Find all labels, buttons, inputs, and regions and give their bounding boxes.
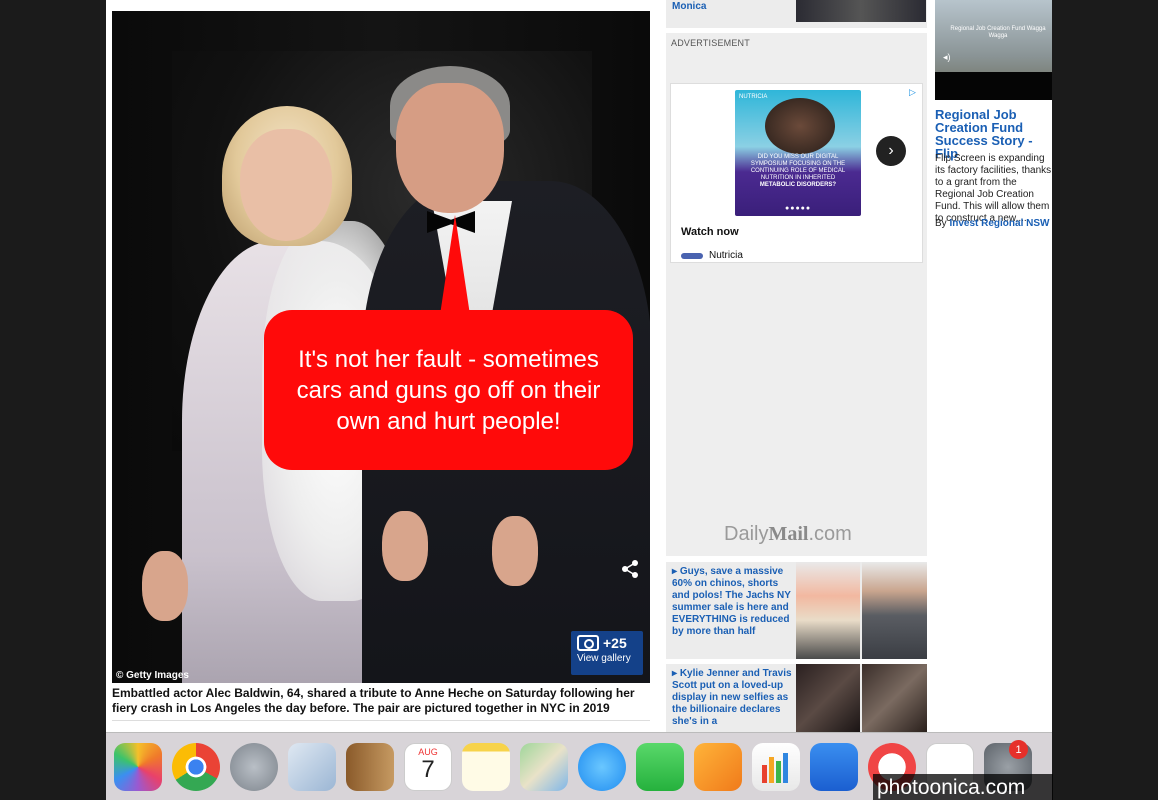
contacts-icon[interactable] — [346, 743, 394, 791]
logo-daily: Daily — [724, 523, 769, 545]
caption-divider — [112, 720, 650, 721]
ad-brand: NUTRICIA — [739, 94, 768, 100]
nutricia-logo-icon — [681, 252, 703, 259]
ad-next-button[interactable]: › — [876, 136, 906, 166]
adchoices-icon[interactable]: ▷ — [909, 87, 919, 97]
ad-message-text: DID YOU MISS OUR DIGITAL SYMPOSIUM FOCUS… — [750, 154, 846, 181]
ad-watch-now[interactable]: Watch now — [681, 226, 739, 238]
ad-label: ADVERTISEMENT — [671, 38, 750, 48]
calendar-icon[interactable]: AUG 7 — [404, 743, 452, 791]
sponsored-byline: By Invest Regional NSW — [935, 218, 1052, 229]
photo-caption: Embattled actor Alec Baldwin, 64, shared… — [112, 686, 635, 715]
screen: © Getty Images +25 View gallery It's not… — [0, 0, 1158, 800]
related-story-text[interactable]: Monica — [672, 1, 706, 12]
hand — [492, 516, 538, 586]
launchpad-icon[interactable] — [230, 743, 278, 791]
keynote-icon[interactable] — [810, 743, 858, 791]
promo-image[interactable] — [796, 664, 860, 732]
ad-sponsor-name: Nutricia — [709, 250, 743, 261]
notification-badge: 1 — [1009, 740, 1028, 759]
promo-text[interactable]: ▸ Kylie Jenner and Travis Scott put on a… — [672, 668, 794, 728]
promo-text-body[interactable]: Guys, save a massive 60% on chinos, shor… — [672, 566, 791, 637]
callout-bubble: It's not her fault - sometimes cars and … — [264, 310, 633, 470]
ad-message: DID YOU MISS OUR DIGITAL SYMPOSIUM FOCUS… — [743, 154, 853, 189]
ad-message-strong: METABOLIC DISORDERS? — [759, 182, 837, 188]
photo-credit: © Getty Images — [116, 670, 189, 681]
camera-icon — [577, 635, 599, 651]
ad-carousel-dots[interactable]: ●●●●● — [785, 205, 811, 212]
related-story-thumbnail[interactable] — [796, 0, 926, 22]
mail-icon[interactable] — [288, 743, 336, 791]
view-gallery-button[interactable]: +25 View gallery — [571, 631, 643, 675]
woman-face — [240, 129, 332, 241]
hand — [382, 511, 428, 581]
promo-card[interactable]: ▸ Kylie Jenner and Travis Scott put on a… — [666, 664, 927, 732]
watermark: photoonica.com — [873, 774, 1053, 800]
promo-text-body[interactable]: Kylie Jenner and Travis Scott put on a l… — [672, 668, 792, 727]
ad-creative[interactable]: NUTRICIA DID YOU MISS OUR DIGITAL SYMPOS… — [735, 90, 861, 216]
web-page: © Getty Images +25 View gallery It's not… — [106, 0, 1052, 732]
promo-image[interactable] — [862, 664, 927, 732]
bar-chart-icon — [762, 753, 788, 783]
hand — [142, 551, 188, 621]
photos-icon[interactable] — [114, 743, 162, 791]
logo-suffix: .com — [808, 523, 852, 545]
calendar-day: 7 — [421, 756, 435, 783]
ad-sponsor[interactable]: Nutricia — [681, 250, 743, 261]
video-title-overlay: Regional Job Creation Fund Wagga Wagga — [950, 26, 1046, 39]
mute-icon[interactable]: ◂) — [943, 52, 955, 62]
pages-icon[interactable] — [694, 743, 742, 791]
byline-sponsor-link[interactable]: Invest Regional NSW — [949, 218, 1049, 229]
sponsored-description: Flip Screen is expanding its factory fac… — [935, 153, 1052, 224]
ad-unit[interactable]: ▷ NUTRICIA DID YOU MISS OUR DIGITAL SYMP… — [670, 83, 923, 263]
messages-icon[interactable] — [578, 743, 626, 791]
gallery-label: View gallery — [577, 653, 631, 664]
ad-photo — [765, 98, 835, 154]
promo-image[interactable] — [796, 562, 860, 659]
related-story-card[interactable]: Monica — [666, 0, 927, 28]
promo-image[interactable] — [862, 562, 927, 659]
promo-text[interactable]: ▸ Guys, save a massive 60% on chinos, sh… — [672, 566, 794, 638]
notes-icon[interactable] — [462, 743, 510, 791]
sponsored-video[interactable]: Regional Job Creation Fund Wagga Wagga ◂… — [935, 0, 1052, 100]
numbers-icon[interactable] — [752, 743, 800, 791]
logo-mail: Mail — [768, 523, 809, 545]
man-face — [396, 83, 504, 213]
maps-icon[interactable] — [520, 743, 568, 791]
byline-prefix: By — [935, 218, 950, 229]
video-control-bar[interactable] — [935, 72, 1052, 100]
share-icon[interactable] — [620, 559, 640, 579]
chrome-icon[interactable] — [172, 743, 220, 791]
promo-card[interactable]: ▸ Guys, save a massive 60% on chinos, sh… — [666, 562, 927, 659]
gallery-count: +25 — [603, 635, 627, 651]
advertisement-box: ADVERTISEMENT ▷ NUTRICIA DID YOU MISS OU… — [666, 33, 927, 556]
facetime-icon[interactable] — [636, 743, 684, 791]
right-rail: Monica ADVERTISEMENT ▷ NUTRICIA DID YOU … — [666, 0, 927, 732]
sponsored-column: Regional Job Creation Fund Wagga Wagga ◂… — [935, 0, 1052, 732]
dailymail-logo: DailyMail.com — [724, 523, 852, 546]
